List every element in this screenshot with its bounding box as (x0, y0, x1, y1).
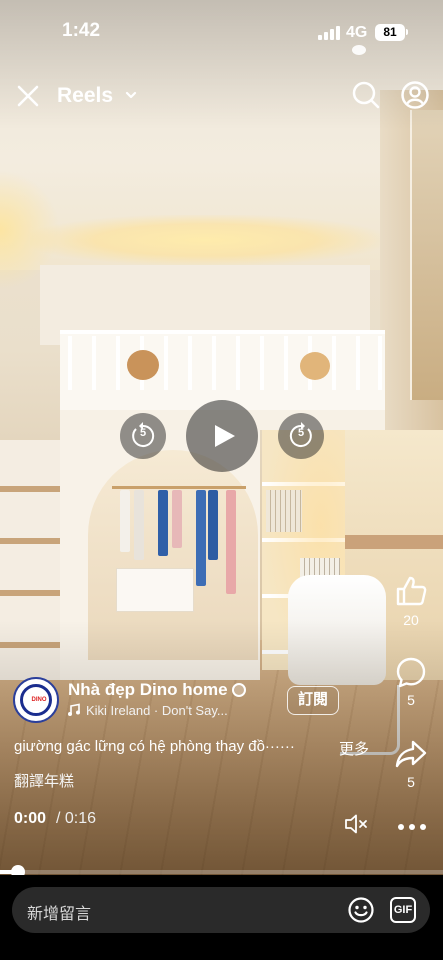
more-icon (420, 824, 426, 830)
video-rail (378, 336, 382, 390)
music-label[interactable]: Kiki Ireland · Don't Say... (86, 703, 228, 718)
avatar-logo-text: DINO (31, 697, 47, 703)
author-avatar[interactable]: DINO (13, 677, 59, 723)
video-clothing (172, 490, 182, 548)
status-bar: 1:42 4G 81 (0, 0, 443, 60)
search-icon (352, 81, 380, 109)
share-count: 5 (407, 774, 415, 790)
video-books (266, 490, 302, 532)
like-count: 20 (403, 612, 419, 628)
video-desk (345, 535, 443, 549)
signal-icon (318, 26, 340, 40)
gif-button[interactable]: GIF (390, 897, 416, 923)
caption-more-link[interactable]: 更多 (339, 738, 369, 759)
video-rail (68, 336, 72, 390)
play-button[interactable] (186, 400, 258, 472)
search-button[interactable] (351, 80, 381, 110)
seek-back-seconds: 5 (139, 427, 147, 439)
video-rail (260, 336, 264, 390)
camera-indicator (352, 45, 366, 55)
comment-button[interactable]: 5 (386, 656, 436, 708)
battery-icon: 81 (375, 24, 405, 41)
profile-icon (401, 81, 429, 109)
translate-link[interactable]: 翻譯年糕 (14, 770, 74, 791)
reels-title[interactable]: Reels (57, 84, 113, 108)
video-rail (236, 336, 240, 390)
comment-bar: 新增留言 GIF (0, 875, 443, 960)
share-button[interactable]: 5 (386, 738, 436, 790)
close-button[interactable] (14, 82, 42, 110)
status-time: 1:42 (62, 20, 101, 41)
video-clothing (120, 490, 130, 552)
network-type: 4G (346, 24, 368, 41)
like-icon (396, 576, 427, 606)
more-icon (398, 824, 404, 830)
reels-menu-button[interactable] (124, 88, 138, 102)
comment-icon (396, 657, 426, 688)
total-time: / 0:16 (56, 810, 97, 827)
battery-nub (406, 29, 408, 35)
current-time: 0:00 (14, 810, 47, 827)
video-rail (188, 336, 192, 390)
top-nav: Reels (0, 76, 443, 116)
video-teddy-bear (127, 350, 159, 380)
emoji-button[interactable] (347, 896, 375, 924)
video-rail (356, 336, 360, 390)
comment-count: 5 (407, 692, 415, 708)
progress-bar[interactable] (0, 865, 443, 879)
chevron-down-icon (125, 91, 137, 99)
globe-icon (232, 683, 246, 697)
like-button[interactable]: 20 (386, 574, 436, 628)
video-clothes-rod (112, 486, 246, 489)
video-clothing (134, 490, 144, 560)
comment-placeholder: 新增留言 (27, 906, 92, 923)
avatar-logo: DINO (20, 684, 52, 716)
video-rail (116, 336, 120, 390)
seek-forward-seconds: 5 (297, 427, 305, 439)
share-icon (395, 740, 427, 768)
video-rail (332, 336, 336, 390)
video-rail (92, 336, 96, 390)
comment-input[interactable]: 新增留言 GIF (12, 887, 430, 933)
follow-button[interactable]: 訂閱 (287, 686, 339, 715)
emoji-icon (348, 897, 374, 923)
close-icon (17, 85, 39, 107)
video-rail (212, 336, 216, 390)
video-clothing (208, 490, 218, 560)
video-teddy-bear (300, 352, 330, 380)
post-caption[interactable]: giường gác lững có hệ phòng thay đồ·····… (14, 738, 295, 755)
mute-icon (345, 814, 367, 834)
video-light (30, 215, 380, 265)
music-icon (68, 703, 80, 716)
seek-back-button[interactable]: 5 (120, 413, 166, 459)
author-name[interactable]: Nhà đẹp Dino home (68, 680, 228, 700)
profile-button[interactable] (400, 80, 430, 110)
seek-forward-button[interactable]: 5 (278, 413, 324, 459)
mute-button[interactable] (343, 812, 369, 836)
video-clothing (226, 490, 236, 594)
video-clothing (158, 490, 168, 556)
video-rail (164, 336, 168, 390)
video-mirror (410, 110, 443, 400)
video-rail (284, 336, 288, 390)
video-clothing (196, 490, 206, 586)
video-drawer (116, 568, 194, 612)
more-icon (409, 824, 415, 830)
more-button[interactable] (398, 824, 426, 832)
play-icon (215, 425, 235, 447)
